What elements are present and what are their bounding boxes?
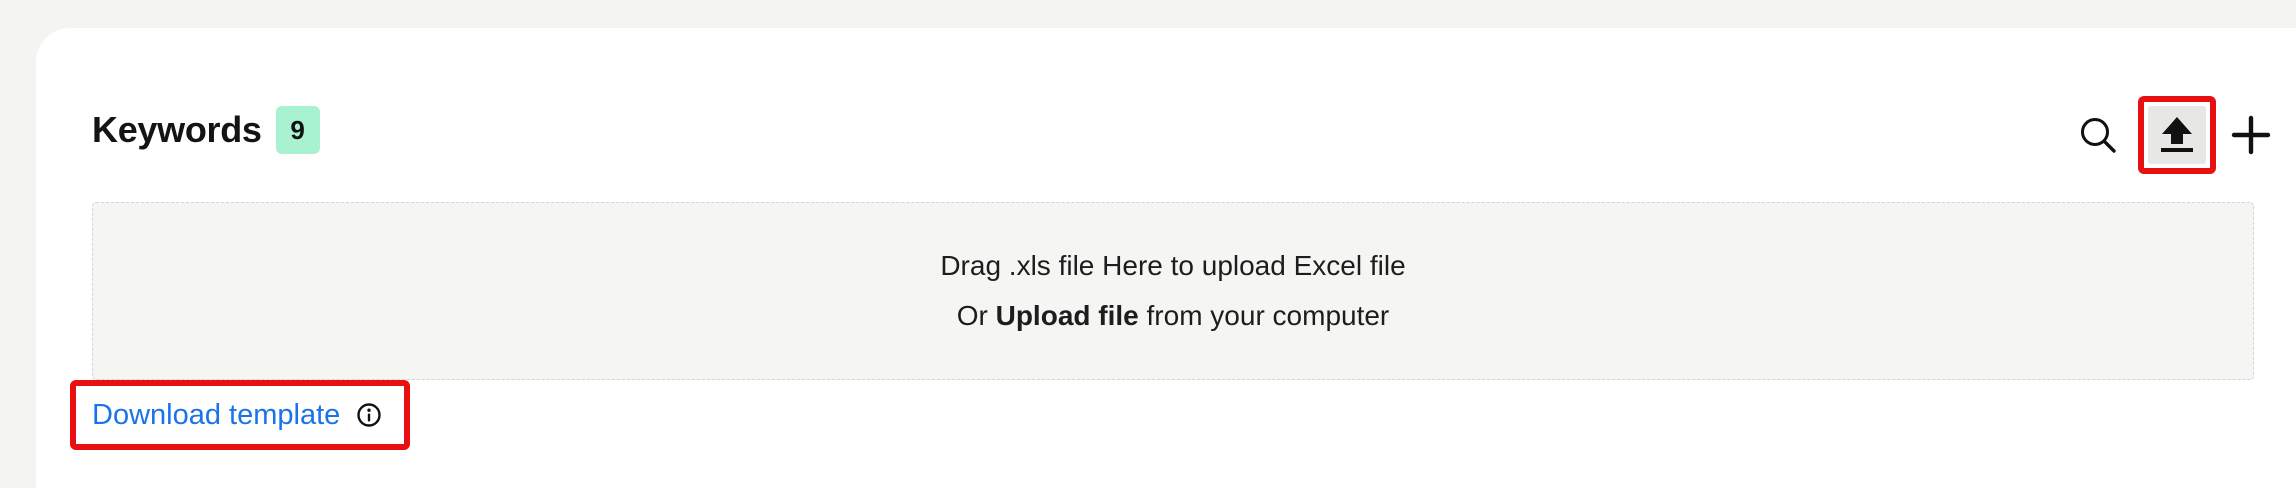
- add-keyword-button[interactable]: [2226, 110, 2276, 160]
- header-actions: [2076, 96, 2276, 174]
- dropzone-instruction: Drag .xls file Here to upload Excel file: [940, 250, 1406, 281]
- dropzone-upload-line: Or Upload file from your computer: [957, 291, 1390, 341]
- search-button[interactable]: [2076, 113, 2120, 157]
- search-icon: [2081, 118, 2116, 153]
- info-icon[interactable]: [356, 402, 382, 428]
- file-dropzone[interactable]: Drag .xls file Here to upload Excel file…: [92, 202, 2254, 380]
- upload-button-surface: [2148, 106, 2206, 164]
- section-header: Keywords 9: [92, 100, 320, 160]
- page-title: Keywords: [92, 109, 262, 150]
- plus-icon: [2231, 115, 2271, 155]
- upload-icon: [2161, 117, 2193, 152]
- download-template-area: Download template: [70, 380, 410, 450]
- dropzone-suffix: from your computer: [1138, 300, 1390, 331]
- download-template-link[interactable]: Download template: [92, 399, 340, 432]
- upload-button[interactable]: [2138, 96, 2216, 174]
- dropzone-prefix: Or: [956, 300, 996, 331]
- count-badge: 9: [275, 106, 320, 154]
- upload-file-link[interactable]: Upload file: [996, 300, 1139, 331]
